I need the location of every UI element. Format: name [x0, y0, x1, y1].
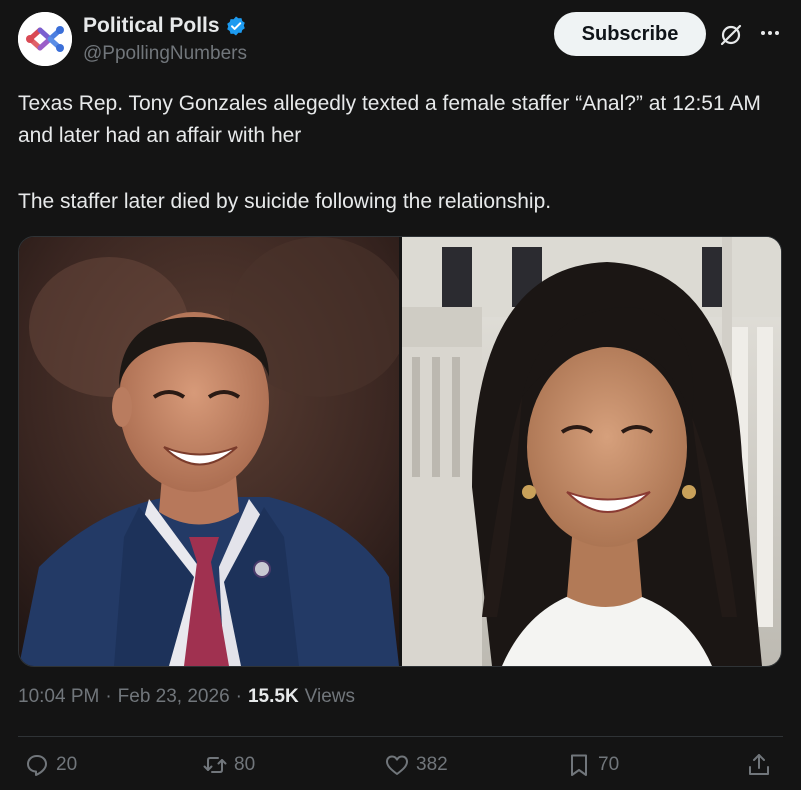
author-avatar[interactable]	[18, 12, 72, 66]
share-button[interactable]	[746, 752, 772, 778]
repost-count: 80	[234, 754, 256, 775]
bookmark-count: 70	[598, 754, 620, 775]
author-name-row: Political Polls	[83, 14, 247, 38]
reply-count: 20	[56, 754, 78, 775]
meta-separator: ·	[105, 686, 112, 707]
action-bar: 20 80 382 70	[18, 752, 783, 786]
tweet-time[interactable]: 10:04 PM	[18, 686, 99, 708]
verified-badge-icon[interactable]	[225, 15, 247, 37]
reply-icon	[27, 755, 47, 776]
tweet-meta: 10:04 PM · Feb 23, 2026 · 15.5K Views	[18, 686, 355, 708]
heart-icon	[386, 755, 408, 775]
man-in-suit-illustration	[19, 237, 399, 666]
repost-button[interactable]: 80	[202, 752, 255, 778]
views-label: Views	[304, 686, 356, 707]
reply-button[interactable]: 20	[24, 752, 77, 778]
views-count: 15.5K	[247, 686, 299, 707]
subscribe-button[interactable]: Subscribe	[554, 12, 706, 56]
repost-icon	[203, 757, 227, 773]
bookmark-icon	[571, 754, 587, 776]
tweet-text: Texas Rep. Tony Gonzales allegedly texte…	[18, 88, 778, 218]
tweet-paragraph: The staffer later died by suicide follow…	[18, 190, 552, 213]
woman-smiling-photo[interactable]	[402, 237, 781, 666]
tweet-header: Political Polls @PpollingNumbers Subscri…	[18, 12, 783, 68]
share-icon	[749, 754, 769, 775]
woman-smiling-illustration	[402, 237, 781, 666]
tweet-media[interactable]	[18, 236, 782, 667]
tweet-date[interactable]: Feb 23, 2026	[118, 686, 230, 708]
man-in-suit-photo[interactable]	[19, 237, 399, 666]
meta-separator: ·	[235, 686, 242, 707]
bookmark-button[interactable]: 70	[566, 752, 619, 778]
tweet-paragraph: Texas Rep. Tony Gonzales allegedly texte…	[18, 92, 761, 147]
author-display-name[interactable]: Political Polls	[83, 14, 220, 38]
divider	[18, 736, 783, 737]
more-icon[interactable]	[757, 20, 783, 46]
like-count: 382	[416, 754, 448, 775]
political-polls-logo	[18, 12, 72, 66]
grok-icon[interactable]	[718, 22, 744, 48]
author-handle[interactable]: @PpollingNumbers	[83, 43, 247, 65]
like-button[interactable]: 382	[384, 752, 448, 778]
